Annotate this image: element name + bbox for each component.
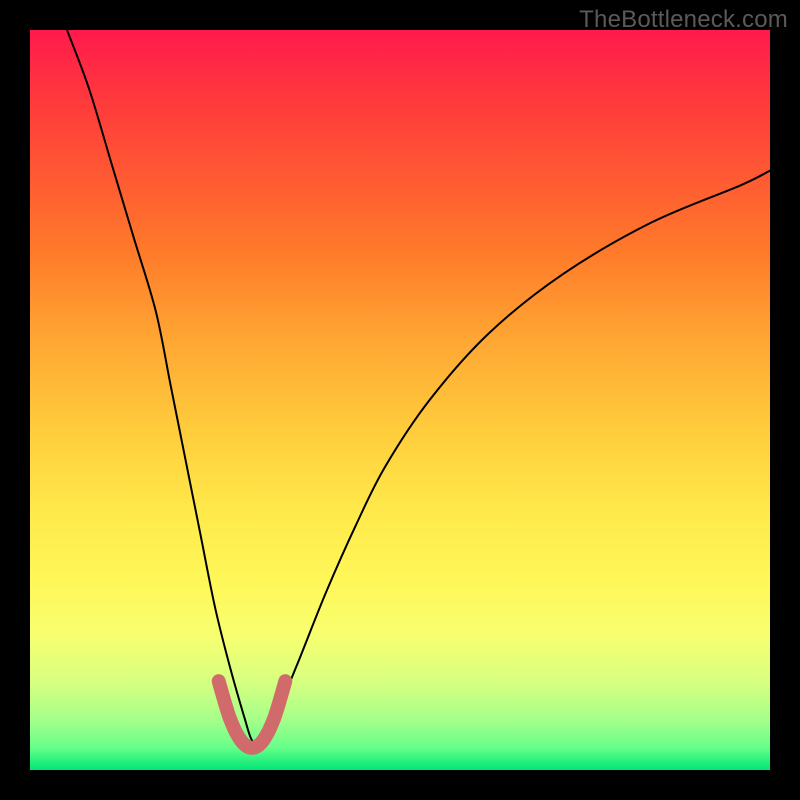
plot-frame: [30, 30, 770, 770]
plot-svg: [30, 30, 770, 770]
watermark-text: TheBottleneck.com: [579, 6, 788, 34]
main-curve: [67, 30, 770, 743]
bottom-u-overlay: [219, 681, 286, 748]
